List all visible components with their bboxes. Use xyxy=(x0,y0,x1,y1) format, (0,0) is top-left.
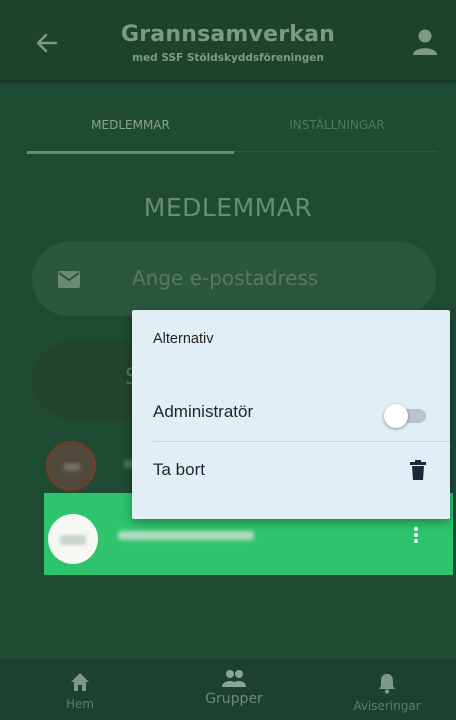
app-title: Grannsamverkan xyxy=(121,22,335,47)
app-header: Grannsamverkan med SSF Stöldskyddsföreni… xyxy=(0,0,456,80)
bottom-nav: Hem Grupper Aviseringar xyxy=(0,659,456,720)
email-placeholder: Ange e-postadress xyxy=(132,266,319,290)
home-icon xyxy=(71,673,89,691)
options-menu: Alternativ Administratör Ta bort xyxy=(132,310,450,519)
group-icon xyxy=(222,670,246,687)
tab-settings[interactable]: INSTÄLLNINGAR xyxy=(237,118,437,136)
delete-label: Ta bort xyxy=(153,460,205,479)
nav-home[interactable]: Hem xyxy=(40,659,120,720)
admin-label: Administratör xyxy=(153,402,254,421)
admin-toggle[interactable] xyxy=(384,404,430,428)
nav-notifications-label: Aviseringar xyxy=(353,699,421,713)
menu-title: Alternativ xyxy=(153,331,214,347)
bell-icon xyxy=(379,674,395,694)
nav-notifications[interactable]: Aviseringar xyxy=(337,659,437,720)
member-name-redacted xyxy=(118,531,254,540)
nav-groups[interactable]: Grupper xyxy=(184,659,284,720)
delete-option[interactable]: Ta bort xyxy=(132,445,450,495)
trash-icon[interactable] xyxy=(410,460,426,480)
tab-members[interactable]: MEDLEMMAR xyxy=(27,118,234,136)
nav-home-label: Hem xyxy=(65,697,95,711)
mail-icon xyxy=(58,271,80,288)
email-input[interactable]: Ange e-postadress xyxy=(32,242,436,316)
avatar xyxy=(48,514,98,564)
avatar xyxy=(46,441,96,491)
profile-icon[interactable] xyxy=(412,28,438,56)
more-vert-icon[interactable] xyxy=(408,525,424,545)
section-title: MEDLEMMAR xyxy=(143,193,313,222)
menu-divider xyxy=(153,441,450,442)
admin-option[interactable]: Administratör xyxy=(132,388,450,440)
tab-indicator xyxy=(27,151,234,154)
tab-divider xyxy=(234,151,437,152)
nav-groups-label: Grupper xyxy=(205,691,263,707)
app-subtitle: med SSF Stöldskyddsföreningen xyxy=(132,52,324,64)
